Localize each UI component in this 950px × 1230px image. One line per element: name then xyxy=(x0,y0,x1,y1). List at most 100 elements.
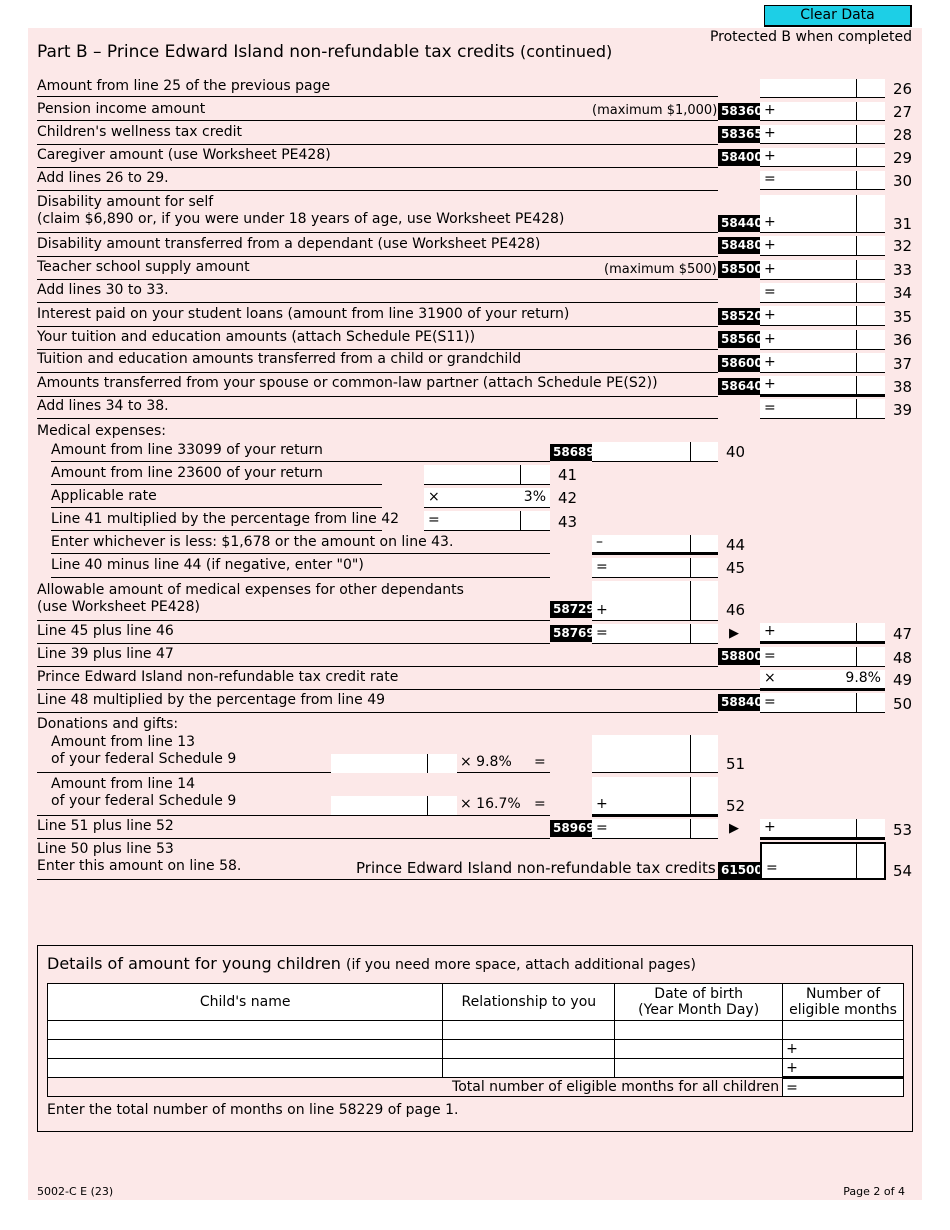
eligible-months-input[interactable] xyxy=(782,1020,904,1040)
line-29-number: 29 xyxy=(893,149,913,167)
line-28-number: 28 xyxy=(893,126,913,144)
dob-header-line-1: Date of birth xyxy=(654,986,744,1002)
line-27-amount-input[interactable]: + xyxy=(760,102,885,121)
plus-sign: + xyxy=(764,102,776,118)
line-36-label: Your tuition and education amounts (atta… xyxy=(37,329,476,345)
divider xyxy=(37,772,550,773)
plus-sign: + xyxy=(764,214,776,230)
line-50-amount-input[interactable]: = xyxy=(760,693,885,713)
line-37-label: Tuition and education amounts transferre… xyxy=(37,351,522,367)
child-name-input[interactable] xyxy=(46,1039,444,1059)
line-35-amount-input[interactable]: + xyxy=(760,306,885,326)
line-42-label: Applicable rate xyxy=(51,488,157,504)
line-37-amount-input[interactable]: + xyxy=(760,353,885,373)
equals-sign: = xyxy=(764,648,776,664)
equals-sign: = xyxy=(764,284,776,300)
line-40-amount-input[interactable] xyxy=(592,442,718,462)
equals-sign: = xyxy=(764,400,776,416)
line-50-label: Line 48 multiplied by the percentage fro… xyxy=(37,692,386,708)
divider xyxy=(37,418,718,419)
line-27-code: 58360 xyxy=(718,103,763,120)
line-41-amount-input[interactable] xyxy=(424,465,550,485)
line-31-code: 58440 xyxy=(718,215,763,232)
line-52-label: Amount from line 14 xyxy=(51,776,196,792)
plus-sign: + xyxy=(764,125,776,141)
line-30-number: 30 xyxy=(893,172,913,190)
line-41-label: Amount from line 23600 of your return xyxy=(51,465,323,481)
line-27-note: (maximum $1,000) xyxy=(592,103,718,118)
line-45-amount-input[interactable]: = xyxy=(592,558,718,578)
divider xyxy=(37,232,718,233)
date-of-birth-input[interactable] xyxy=(614,1039,784,1059)
eligible-months-input[interactable]: + xyxy=(782,1058,904,1078)
line-44-amount-input[interactable]: – xyxy=(592,534,718,555)
line-26-label: Amount from line 25 of the previous page xyxy=(37,78,331,94)
line-52-label-2: of your federal Schedule 9 xyxy=(51,793,237,809)
relationship-input[interactable] xyxy=(442,1058,616,1078)
line-45-label: Line 40 minus line 44 (if negative, ente… xyxy=(51,557,364,573)
line-52-amount-input[interactable]: + xyxy=(592,777,718,817)
line-42-rate: × 3% xyxy=(424,488,550,508)
divider xyxy=(37,396,718,397)
line-26-amount-input[interactable] xyxy=(760,79,885,98)
line-30-label: Add lines 26 to 29. xyxy=(37,170,169,186)
date-of-birth-input[interactable] xyxy=(614,1020,784,1040)
total-months-input[interactable]: = xyxy=(782,1076,904,1097)
line-47-amount-input[interactable]: + xyxy=(760,623,885,644)
date-of-birth-input[interactable] xyxy=(614,1058,784,1078)
clear-data-button[interactable]: Clear Data xyxy=(764,5,912,27)
line-51-base-input[interactable] xyxy=(331,754,457,773)
equals-sign: = xyxy=(534,754,546,770)
line-47-subtotal-input[interactable]: = xyxy=(592,624,718,644)
line-46-code: 58729 xyxy=(550,601,595,618)
total-months-label: Total number of eligible months for all … xyxy=(46,1077,784,1097)
line-51-amount-input[interactable] xyxy=(592,735,718,773)
line-43-amount-input[interactable]: = xyxy=(424,511,550,531)
line-49-label: Prince Edward Island non-refundable tax … xyxy=(37,669,399,685)
line-34-amount-input[interactable]: = xyxy=(760,283,885,303)
line-48-amount-input[interactable]: = xyxy=(760,647,885,667)
line-32-label: Disability amount transferred from a dep… xyxy=(37,236,541,252)
child-name-input[interactable] xyxy=(46,1020,444,1040)
line-27-label: Pension income amount xyxy=(37,101,206,117)
line-53-subtotal-input[interactable]: = xyxy=(592,819,718,839)
line-31-amount-input[interactable]: + xyxy=(760,195,885,233)
line-54-amount-input[interactable]: = xyxy=(760,842,886,880)
line-36-number: 36 xyxy=(893,331,913,349)
line-38-code: 58640 xyxy=(718,378,763,395)
divider xyxy=(51,577,550,578)
line-36-amount-input[interactable]: + xyxy=(760,330,885,350)
equals-sign: = xyxy=(428,512,440,528)
line-32-number: 32 xyxy=(893,237,913,255)
line-53-amount-input[interactable]: + xyxy=(760,819,885,840)
line-46-amount-input[interactable]: + xyxy=(592,581,718,621)
divider xyxy=(37,838,550,839)
line-35-number: 35 xyxy=(893,308,913,326)
line-30-amount-input[interactable]: = xyxy=(760,171,885,190)
line-31-number: 31 xyxy=(893,215,913,233)
line-32-amount-input[interactable]: + xyxy=(760,236,885,256)
eligible-months-input[interactable]: + xyxy=(782,1039,904,1059)
divider xyxy=(37,144,718,145)
line-28-amount-input[interactable]: + xyxy=(760,125,885,144)
arrow-right-icon: ▶ xyxy=(729,626,739,641)
divider xyxy=(51,461,550,462)
line-39-amount-input[interactable]: = xyxy=(760,399,885,419)
relationship-input[interactable] xyxy=(442,1020,616,1040)
line-51-label-2: of your federal Schedule 9 xyxy=(51,751,237,767)
line-50-code: 58840 xyxy=(718,694,763,711)
months-header-line-2: eligible months xyxy=(789,1002,897,1018)
relationship-input[interactable] xyxy=(442,1039,616,1059)
line-38-amount-input[interactable]: + xyxy=(760,376,885,397)
line-29-amount-input[interactable]: + xyxy=(760,148,885,167)
line-39-label: Add lines 34 to 38. xyxy=(37,398,169,414)
equals-sign: = xyxy=(596,820,608,836)
medical-expenses-heading: Medical expenses: xyxy=(37,423,167,439)
minus-sign: – xyxy=(596,534,603,550)
child-name-input[interactable] xyxy=(46,1058,444,1078)
young-children-note: Enter the total number of months on line… xyxy=(47,1102,459,1118)
line-36-code: 58560 xyxy=(718,331,763,348)
line-45-number: 45 xyxy=(726,559,746,577)
line-33-amount-input[interactable]: + xyxy=(760,260,885,280)
line-52-base-input[interactable] xyxy=(331,796,457,815)
